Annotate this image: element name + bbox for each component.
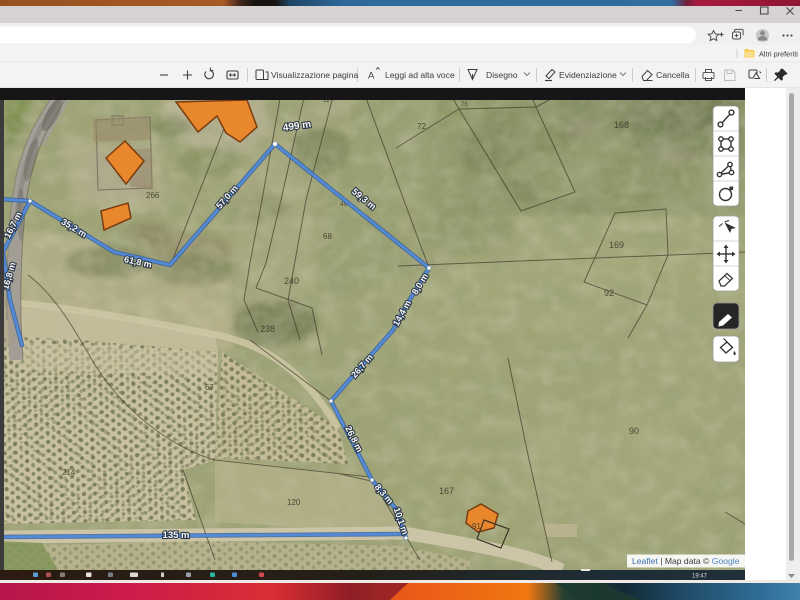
svg-text:135 m: 135 m (163, 530, 190, 541)
svg-text:68: 68 (323, 232, 332, 241)
svg-text:169: 169 (609, 240, 624, 250)
svg-text:19:47: 19:47 (692, 574, 708, 580)
svg-text:Leaflet | Map data © Google: Leaflet | Map data © Google (632, 556, 740, 566)
svg-text:214: 214 (62, 468, 76, 477)
svg-text:Leggi ad alta voce: Leggi ad alta voce (385, 70, 455, 80)
svg-text:90: 90 (629, 426, 639, 436)
svg-text:168: 168 (614, 120, 629, 130)
svg-text:75: 75 (461, 102, 468, 108)
svg-text:91: 91 (472, 522, 481, 531)
svg-text:Cancella: Cancella (656, 70, 690, 80)
svg-text:120: 120 (287, 498, 301, 507)
svg-text:72: 72 (417, 122, 426, 131)
svg-text:67: 67 (205, 383, 214, 392)
svg-text:167: 167 (439, 486, 454, 496)
svg-text:Evidenziazione: Evidenziazione (559, 70, 617, 80)
svg-text:Disegno: Disegno (486, 70, 518, 80)
svg-text:240: 240 (284, 276, 299, 286)
svg-text:238: 238 (260, 324, 275, 334)
svg-text:266: 266 (146, 191, 160, 200)
svg-text:A: A (368, 71, 375, 82)
svg-text:92: 92 (604, 288, 614, 298)
svg-text:Visualizzazione pagina: Visualizzazione pagina (271, 70, 358, 80)
svg-text:Altri preferiti: Altri preferiti (759, 50, 798, 59)
